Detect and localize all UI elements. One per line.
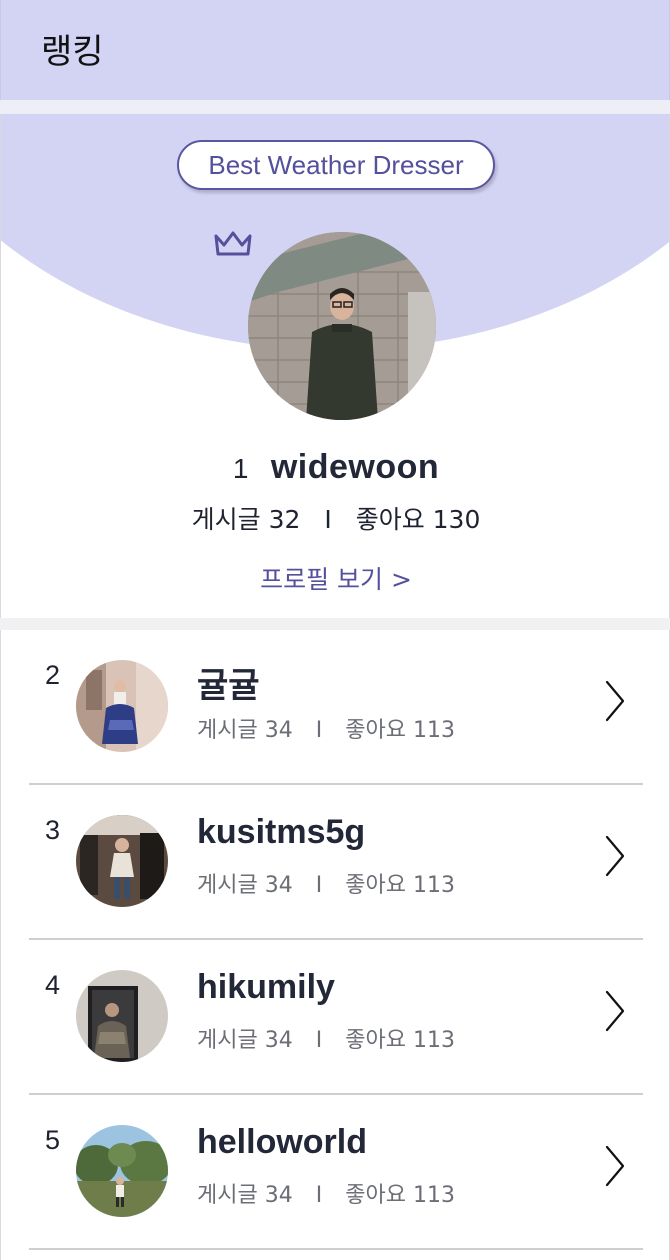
posts-count: 34 (264, 873, 293, 898)
row-username: hikumily (197, 968, 335, 1006)
likes-label: 좋아요 (345, 1028, 406, 1053)
avatar (76, 970, 168, 1062)
avatar (76, 1125, 168, 1217)
posts-label: 게시글 (191, 505, 261, 534)
row-divider (29, 1248, 643, 1250)
row-rank: 2 (45, 660, 61, 690)
header-divider (0, 100, 670, 114)
ranking-row[interactable]: 3 kusitms5g 게시글 34 I 좋아요 113 (1, 785, 670, 940)
posts-count: 34 (264, 1183, 293, 1208)
row-stats: 게시글 34 I 좋아요 113 (197, 1022, 455, 1054)
posts-label: 게시글 (197, 1028, 258, 1053)
likes-count: 113 (412, 1028, 455, 1053)
chevron-right-icon[interactable] (599, 678, 629, 724)
posts-label: 게시글 (197, 1183, 258, 1208)
row-rank: 3 (45, 815, 61, 845)
posts-count: 34 (264, 1028, 293, 1053)
view-profile-link[interactable]: 프로필 보기 > (1, 560, 669, 596)
ranking-list: 2 귤귤 게시글 34 I 좋아요 113 3 kusitms5g 게시글 34… (0, 630, 670, 1260)
likes-count: 113 (412, 718, 455, 743)
avatar-photo (76, 815, 168, 907)
row-stats: 게시글 34 I 좋아요 113 (197, 867, 455, 899)
stats-separator: I (315, 1028, 323, 1053)
top-ranker-stats: 게시글 32 I 좋아요 130 (1, 500, 669, 536)
row-stats: 게시글 34 I 좋아요 113 (197, 712, 455, 744)
avatar (76, 660, 168, 752)
top-ranker-card: Best Weather Dresser 1 widewoon 게시글 32 I… (0, 114, 670, 618)
row-rank: 5 (45, 1125, 61, 1155)
posts-count: 34 (264, 718, 293, 743)
ranking-row[interactable]: 5 helloworld 게시글 34 I 좋아요 113 (1, 1095, 670, 1250)
likes-label: 좋아요 (345, 873, 406, 898)
ranking-row[interactable]: 2 귤귤 게시글 34 I 좋아요 113 (1, 630, 670, 785)
likes-label: 좋아요 (355, 505, 425, 534)
stats-separator: I (315, 718, 323, 743)
ranking-row[interactable]: 4 hikumily 게시글 34 I 좋아요 113 (1, 940, 670, 1095)
page-title: 랭킹 (41, 32, 104, 72)
award-badge: Best Weather Dresser (177, 140, 495, 190)
top-ranker-username: widewoon (270, 448, 440, 486)
likes-label: 좋아요 (345, 718, 406, 743)
avatar (76, 815, 168, 907)
avatar-photo (76, 970, 168, 1062)
chevron-right-icon[interactable] (599, 988, 629, 1034)
top-ranker-rank: 1 (232, 453, 249, 484)
stats-separator: I (315, 873, 323, 898)
chevron-right-icon[interactable] (599, 1143, 629, 1189)
award-label: Best Weather Dresser (208, 149, 464, 180)
section-divider (0, 618, 670, 630)
posts-label: 게시글 (197, 873, 258, 898)
stats-separator: I (324, 505, 332, 534)
posts-label: 게시글 (197, 718, 258, 743)
row-username: helloworld (197, 1123, 367, 1161)
top-ranker-title: 1 widewoon (1, 448, 669, 487)
top-ranker-avatar[interactable] (248, 232, 436, 420)
crown-icon (214, 231, 252, 256)
likes-count: 113 (412, 873, 455, 898)
row-username: kusitms5g (197, 813, 366, 851)
row-username: 귤귤 (197, 667, 260, 705)
avatar-photo (76, 660, 168, 752)
app-header: 랭킹 (0, 0, 670, 100)
stats-separator: I (315, 1183, 323, 1208)
row-stats: 게시글 34 I 좋아요 113 (197, 1177, 455, 1209)
likes-count: 113 (412, 1183, 455, 1208)
chevron-right-icon[interactable] (599, 833, 629, 879)
likes-count: 130 (432, 505, 481, 534)
avatar-photo (76, 1125, 168, 1217)
row-rank: 4 (45, 970, 61, 1000)
avatar-photo (248, 232, 436, 420)
likes-label: 좋아요 (345, 1183, 406, 1208)
posts-count: 32 (268, 505, 301, 534)
